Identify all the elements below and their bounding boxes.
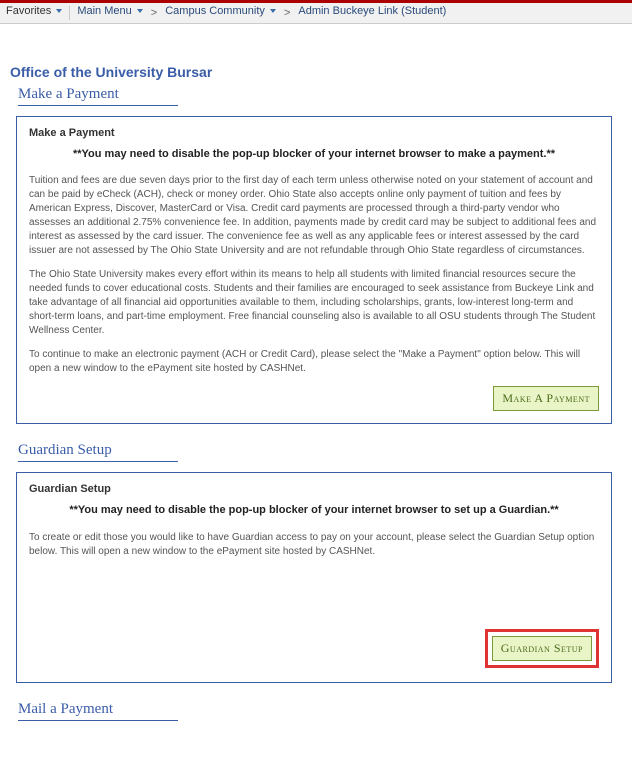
chevron-down-icon bbox=[137, 9, 143, 13]
spacer bbox=[29, 569, 599, 619]
page-title: Office of the University Bursar bbox=[10, 64, 622, 80]
panel-guardian: Guardian Setup **You may need to disable… bbox=[16, 472, 612, 682]
breadcrumb-favorites[interactable]: Favorites bbox=[6, 5, 62, 21]
guardian-setup-button[interactable]: Guardian Setup bbox=[492, 636, 592, 661]
breadcrumb-separator: > bbox=[147, 7, 161, 19]
panel-title-make-payment: Make a Payment bbox=[29, 127, 599, 139]
make-payment-para2: The Ohio State University makes every ef… bbox=[29, 268, 599, 338]
panel-make-payment: Make a Payment **You may need to disable… bbox=[16, 116, 612, 424]
breadcrumb-item-label: Campus Community bbox=[165, 5, 265, 17]
make-payment-button[interactable]: Make A Payment bbox=[493, 386, 599, 411]
action-row-make-payment: Make A Payment bbox=[29, 386, 599, 411]
chevron-down-icon bbox=[56, 9, 62, 13]
popup-warning-guardian: **You may need to disable the pop-up blo… bbox=[29, 503, 599, 518]
make-payment-para3: To continue to make an electronic paymen… bbox=[29, 348, 599, 376]
panel-title-guardian: Guardian Setup bbox=[29, 483, 599, 495]
breadcrumb-campus-community[interactable]: Campus Community bbox=[165, 5, 276, 21]
breadcrumb-item-label: Admin Buckeye Link (Student) bbox=[298, 5, 446, 17]
breadcrumb: Favorites Main Menu > Campus Community >… bbox=[0, 3, 632, 24]
action-row-guardian: Guardian Setup bbox=[29, 629, 599, 668]
section-heading-guardian: Guardian Setup bbox=[18, 442, 178, 462]
highlight-box-guardian: Guardian Setup bbox=[485, 629, 599, 668]
section-heading-make-payment: Make a Payment bbox=[18, 86, 178, 106]
breadcrumb-main-menu[interactable]: Main Menu bbox=[77, 5, 142, 21]
breadcrumb-admin-buckeye-link[interactable]: Admin Buckeye Link (Student) bbox=[298, 5, 446, 21]
make-payment-para1: Tuition and fees are due seven days prio… bbox=[29, 174, 599, 258]
section-heading-mail-payment: Mail a Payment bbox=[18, 701, 178, 721]
breadcrumb-divider bbox=[69, 6, 70, 20]
breadcrumb-favorites-label: Favorites bbox=[6, 5, 51, 17]
popup-warning-make-payment: **You may need to disable the pop-up blo… bbox=[29, 147, 599, 162]
breadcrumb-separator: > bbox=[280, 7, 294, 19]
breadcrumb-item-label: Main Menu bbox=[77, 5, 131, 17]
chevron-down-icon bbox=[270, 9, 276, 13]
guardian-para1: To create or edit those you would like t… bbox=[29, 531, 599, 559]
page-content: Office of the University Bursar Make a P… bbox=[0, 24, 632, 741]
